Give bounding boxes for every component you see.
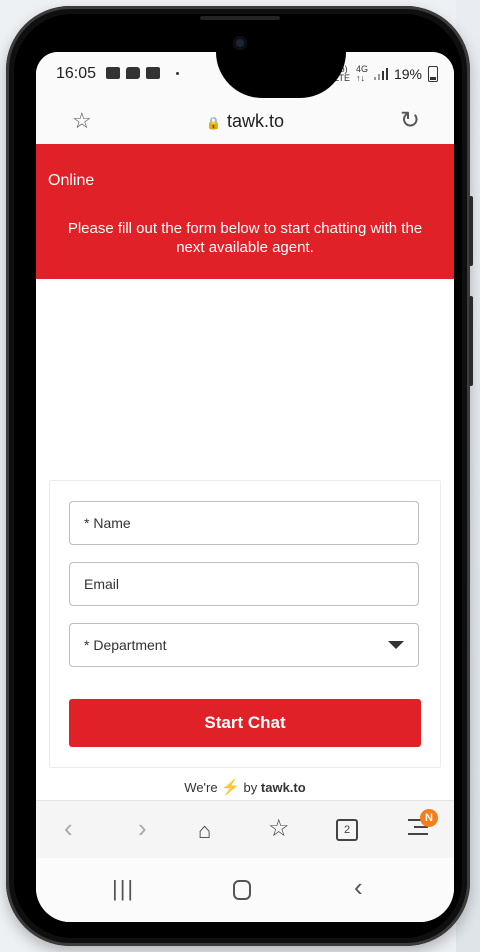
- battery-icon: [428, 66, 438, 82]
- power-key: [469, 296, 473, 386]
- name-placeholder: * Name: [84, 515, 131, 531]
- notification-badge: N: [420, 809, 438, 827]
- volume-key: [469, 196, 473, 266]
- powered-prefix: We're: [184, 780, 218, 795]
- signal-icon: [373, 68, 388, 80]
- status-time: 16:05: [56, 65, 97, 82]
- system-navigation-bar: ||| ‹: [36, 858, 454, 922]
- browser-address-bar: ☆ 🔒 tawk.to ↻: [36, 98, 454, 145]
- prechat-form: * Name Email * Department Start Chat: [49, 480, 441, 768]
- powered-by[interactable]: We're ⚡ by tawk.to: [36, 778, 454, 796]
- notification-icons: [106, 67, 179, 79]
- lightning-icon: ⚡: [221, 779, 240, 796]
- agent-status: Online: [48, 172, 95, 189]
- system-home-icon[interactable]: [233, 880, 251, 900]
- forward-icon[interactable]: ›: [138, 815, 147, 841]
- tabs-icon[interactable]: 2: [336, 819, 358, 841]
- home-icon[interactable]: ⌂: [198, 818, 211, 844]
- email-placeholder: Email: [84, 576, 120, 592]
- screen-icon: [146, 67, 160, 79]
- back-icon[interactable]: ‹: [64, 815, 73, 841]
- recent-apps-icon[interactable]: |||: [112, 876, 135, 902]
- front-camera: [233, 36, 247, 50]
- phone-screen: 16:05 🔇 Vo)LTE 4G↑↓ 19% ☆ 🔒tawk.to ↻ Onl…: [36, 52, 454, 922]
- powered-suffix: by: [243, 780, 258, 795]
- earpiece-speaker: [200, 16, 280, 20]
- reload-icon[interactable]: ↻: [400, 106, 420, 135]
- department-placeholder: * Department: [84, 637, 167, 653]
- chat-header: Online Please fill out the form below to…: [36, 144, 454, 279]
- gallery-icon: [106, 67, 120, 79]
- lock-icon: 🔒: [206, 116, 221, 130]
- message-icon: [126, 67, 140, 79]
- chevron-down-icon: [388, 641, 404, 649]
- browser-toolbar: ‹ › ⌂ ☆ 2 N: [36, 800, 454, 859]
- network-4g: 4G ↑↓: [355, 64, 368, 83]
- department-select[interactable]: * Department: [69, 623, 419, 667]
- start-chat-button[interactable]: Start Chat: [69, 699, 421, 747]
- battery-percent: 19%: [393, 66, 422, 82]
- more-notifications-icon: [176, 71, 179, 75]
- system-back-icon[interactable]: ‹: [354, 872, 363, 903]
- powered-brand: tawk.to: [260, 780, 306, 795]
- name-field[interactable]: * Name: [69, 501, 419, 545]
- url-text: tawk.to: [226, 111, 284, 131]
- url-display[interactable]: 🔒 tawk.to: [36, 111, 454, 132]
- bookmarks-icon[interactable]: ☆: [268, 816, 290, 842]
- email-field[interactable]: Email: [69, 562, 419, 606]
- header-message: Please fill out the form below to start …: [67, 220, 423, 256]
